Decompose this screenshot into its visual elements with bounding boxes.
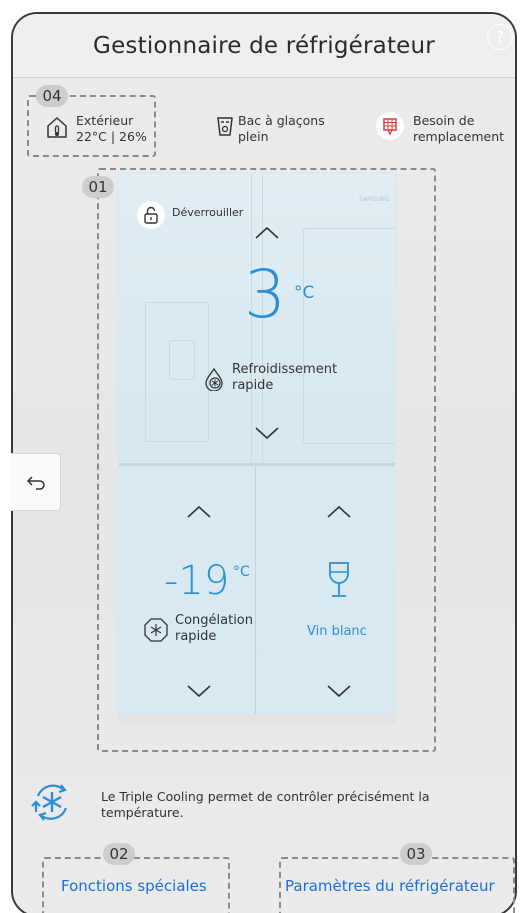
power-freeze-label-line2: rapide <box>175 629 217 644</box>
lock-label: Déverrouiller <box>172 206 244 219</box>
info-line1: Le Triple Cooling permet de contrôler pr… <box>101 789 430 804</box>
outdoor-value: 22°C | 26% <box>76 129 147 144</box>
flex-mode-down-icon[interactable] <box>326 684 352 698</box>
callout-badge-04: 04 <box>36 85 68 107</box>
filter-icon-bg[interactable] <box>376 112 404 140</box>
freezer-temperature: -19 <box>164 558 230 604</box>
page-title: Gestionnaire de réfrigérateur <box>93 33 435 59</box>
info-line2: température. <box>101 805 184 820</box>
callout-badge-03: 03 <box>400 843 432 865</box>
callout-badge-02: 02 <box>103 843 135 865</box>
filter-status-line1: Besoin de <box>413 113 475 128</box>
filter-status-line2: remplacement <box>413 129 505 144</box>
door-panel-outline <box>303 228 395 444</box>
power-freeze-icon <box>144 618 168 642</box>
dispenser-nozzle-outline <box>169 340 195 380</box>
fridge-temp-unit: °C <box>294 283 315 303</box>
lock-button[interactable] <box>137 201 165 229</box>
freezer-temp-up-icon[interactable] <box>186 505 212 519</box>
power-cool-toggle[interactable] <box>202 367 226 392</box>
back-arrow-icon <box>26 476 45 490</box>
power-cool-label-line2: rapide <box>232 378 274 393</box>
triple-cooling-icon <box>31 784 68 821</box>
power-freeze-label-line1: Congélation <box>175 613 253 628</box>
brand-mark: SAMSUNG <box>359 196 390 203</box>
ice-bin-icon[interactable] <box>215 115 235 137</box>
fridge-temperature: 3 <box>244 256 286 333</box>
outdoor-label: Extérieur <box>76 113 134 128</box>
back-button[interactable] <box>11 453 61 511</box>
flex-mode-up-icon[interactable] <box>326 505 352 519</box>
ice-status-line1: Bac à glaçons <box>238 113 325 128</box>
fridge-temp-down-icon[interactable] <box>254 426 280 440</box>
flex-mode-label: Vin blanc <box>307 624 367 639</box>
freezer-temp-unit: °C <box>233 564 250 580</box>
help-button[interactable]: ? <box>487 24 513 50</box>
callout-badge-01: 01 <box>82 176 114 198</box>
ice-status-line2: plein <box>238 129 269 144</box>
water-filter-icon <box>383 118 397 136</box>
fridge-settings-link[interactable]: Paramètres du réfrigérateur <box>285 877 495 895</box>
fridge-temp-up-icon[interactable] <box>254 226 280 240</box>
fridge-base <box>119 714 395 722</box>
wine-glass-icon <box>329 562 349 597</box>
freezer-temp-down-icon[interactable] <box>186 684 212 698</box>
power-freeze-toggle[interactable] <box>143 617 169 643</box>
power-cool-label-line1: Refroidissement <box>232 362 338 377</box>
special-functions-link[interactable]: Fonctions spéciales <box>61 877 207 895</box>
lock-icon <box>144 206 158 224</box>
home-thermometer-icon <box>47 117 67 138</box>
title-bar: Gestionnaire de réfrigérateur ? <box>13 14 515 78</box>
power-cool-icon <box>205 367 223 392</box>
